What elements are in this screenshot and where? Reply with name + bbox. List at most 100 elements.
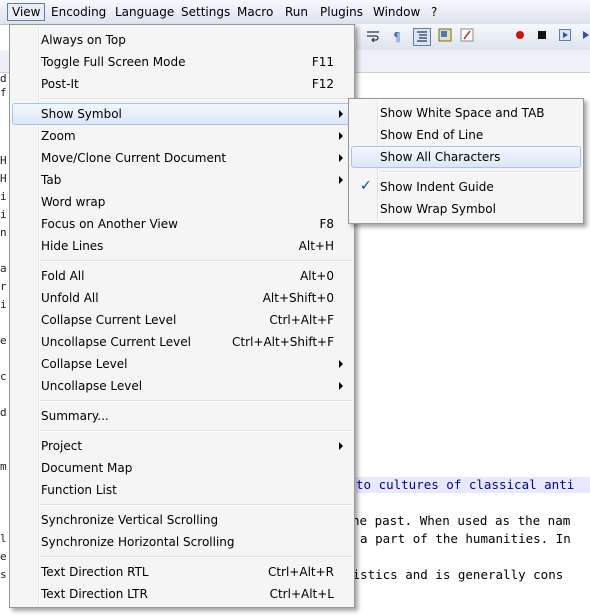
menu-window[interactable]: Window (369, 3, 424, 21)
gutter-char: d (0, 406, 7, 419)
gutter-char: a (0, 262, 7, 275)
menu-item-shortcut: F12 (311, 77, 334, 91)
menu-item-label: Always on Top (41, 33, 126, 47)
menu-settings[interactable]: Settings (177, 3, 234, 21)
menu-bar: View Encoding Language Settings Macro Ru… (0, 0, 590, 25)
menu-item-shortcut: F8 (319, 217, 334, 231)
menu-item-tab[interactable]: Tab (12, 169, 352, 191)
menu-separator (40, 556, 352, 558)
menu-item-shortcut: Alt+0 (300, 269, 334, 283)
menu-item-project[interactable]: Project (12, 435, 352, 457)
menu-item-sync-vertical-scrolling[interactable]: Synchronize Vertical Scrolling (12, 509, 352, 531)
menu-item-focus-another-view[interactable]: Focus on Another View F8 (12, 213, 352, 235)
gutter-char: f (0, 86, 7, 99)
menu-item-summary[interactable]: Summary... (12, 405, 352, 427)
menu-item-label: Focus on Another View (41, 217, 178, 231)
menu-item-show-symbol[interactable]: Show Symbol (12, 103, 352, 125)
gutter-char: i (0, 208, 7, 221)
menu-item-uncollapse-level[interactable]: Uncollapse Level (12, 375, 352, 397)
editor-line[interactable]: he past. When used as the nam (352, 513, 570, 529)
menu-encoding[interactable]: Encoding (47, 3, 110, 21)
menu-separator (379, 171, 581, 173)
gutter-char: d (0, 72, 7, 85)
menu-item-function-list[interactable]: Function List (12, 479, 352, 501)
menu-item-show-end-of-line[interactable]: Show End of Line (351, 124, 581, 146)
menu-item-show-all-characters[interactable]: Show All Characters (351, 146, 581, 168)
gutter-char: H (0, 154, 7, 167)
menu-item-label: Text Direction RTL (41, 565, 149, 579)
stop-macro-icon[interactable] (533, 28, 551, 46)
menu-item-label: Summary... (41, 409, 109, 423)
checkmark-icon: ✓ (360, 178, 372, 194)
menu-separator (40, 400, 352, 402)
gutter-char: i (0, 298, 7, 311)
menu-item-sync-horizontal-scrolling[interactable]: Synchronize Horizontal Scrolling (12, 531, 352, 553)
menu-item-shortcut: F11 (311, 55, 334, 69)
menu-item-show-indent-guide[interactable]: ✓ Show Indent Guide (351, 176, 581, 198)
menu-item-text-direction-rtl[interactable]: Text Direction RTL Ctrl+Alt+R (12, 561, 352, 583)
menu-item-label: Collapse Current Level (41, 313, 177, 327)
menu-item-shortcut: Ctrl+Alt+F (269, 313, 334, 327)
menu-item-collapse-current-level[interactable]: Collapse Current Level Ctrl+Alt+F (12, 309, 352, 331)
menu-item-label: Tab (41, 173, 62, 187)
toolbar: ¶ (356, 24, 590, 51)
menu-separator (40, 260, 352, 262)
show-symbol-submenu: Show White Space and TAB Show End of Lin… (348, 98, 584, 224)
menu-item-label: Fold All (41, 269, 85, 283)
menu-item-unfold-all[interactable]: Unfold All Alt+Shift+0 (12, 287, 352, 309)
menu-item-shortcut: Alt+Shift+0 (262, 291, 334, 305)
menu-help[interactable]: ? (427, 3, 441, 21)
gutter-char: m (0, 460, 7, 473)
menu-macro[interactable]: Macro (233, 3, 277, 21)
menu-item-label: Show White Space and TAB (380, 106, 545, 120)
menu-item-toggle-full-screen[interactable]: Toggle Full Screen Mode F11 (12, 51, 352, 73)
menu-run[interactable]: Run (281, 3, 312, 21)
menu-item-move-clone-document[interactable]: Move/Clone Current Document (12, 147, 352, 169)
editor-line[interactable]: uistics and is generally cons (345, 567, 563, 583)
menu-item-show-white-space[interactable]: Show White Space and TAB (351, 102, 581, 124)
gutter-char: e (0, 334, 7, 347)
pilcrow-icon[interactable]: ¶ (388, 28, 406, 46)
menu-item-label: Zoom (41, 129, 76, 143)
menu-item-zoom[interactable]: Zoom (12, 125, 352, 147)
menu-item-label: Toggle Full Screen Mode (41, 55, 186, 69)
submenu-arrow-icon (339, 132, 343, 140)
menu-item-label: Synchronize Vertical Scrolling (41, 513, 219, 527)
record-macro-icon[interactable] (511, 28, 529, 46)
gutter-char: n (0, 226, 7, 239)
gutter-char: e (0, 550, 7, 563)
menu-item-show-wrap-symbol[interactable]: Show Wrap Symbol (351, 198, 581, 220)
document-map-icon[interactable] (436, 28, 454, 46)
editor-line[interactable]: d a part of the humanities. In (345, 531, 571, 547)
menu-view[interactable]: View (7, 3, 46, 21)
submenu-arrow-icon (339, 360, 343, 368)
menu-item-label: Uncollapse Current Level (41, 335, 191, 349)
play-macro-icon[interactable] (556, 28, 574, 46)
menu-item-uncollapse-current-level[interactable]: Uncollapse Current Level Ctrl+Alt+Shift+… (12, 331, 352, 353)
menu-item-label: Show End of Line (380, 128, 484, 142)
menu-item-label: Uncollapse Level (41, 379, 143, 393)
editor-line[interactable]: to cultures of classical anti (356, 477, 590, 493)
menu-item-label: Word wrap (41, 195, 106, 209)
wrap-icon[interactable] (364, 28, 382, 46)
menu-item-label: Synchronize Horizontal Scrolling (41, 535, 235, 549)
submenu-arrow-icon (339, 154, 343, 162)
menu-item-document-map[interactable]: Document Map (12, 457, 352, 479)
function-list-icon[interactable] (458, 28, 476, 46)
menu-item-collapse-level[interactable]: Collapse Level (12, 353, 352, 375)
menu-plugins[interactable]: Plugins (316, 3, 367, 21)
indent-guide-icon[interactable] (413, 28, 431, 46)
menu-language[interactable]: Language (111, 3, 178, 21)
menu-item-word-wrap[interactable]: Word wrap (12, 191, 352, 213)
menu-item-shortcut: Alt+H (298, 239, 334, 253)
run-macro-icon[interactable] (578, 28, 590, 46)
gutter-char: c (0, 370, 7, 383)
menu-item-shortcut: Ctrl+Alt+L (269, 587, 334, 601)
menu-item-always-on-top[interactable]: Always on Top (12, 29, 352, 51)
menu-item-label: Text Direction LTR (41, 587, 148, 601)
menu-item-text-direction-ltr[interactable]: Text Direction LTR Ctrl+Alt+L (12, 583, 352, 605)
menu-item-fold-all[interactable]: Fold All Alt+0 (12, 265, 352, 287)
menu-item-hide-lines[interactable]: Hide Lines Alt+H (12, 235, 352, 257)
menu-item-label: Move/Clone Current Document (41, 151, 227, 165)
menu-item-post-it[interactable]: Post-It F12 (12, 73, 352, 95)
